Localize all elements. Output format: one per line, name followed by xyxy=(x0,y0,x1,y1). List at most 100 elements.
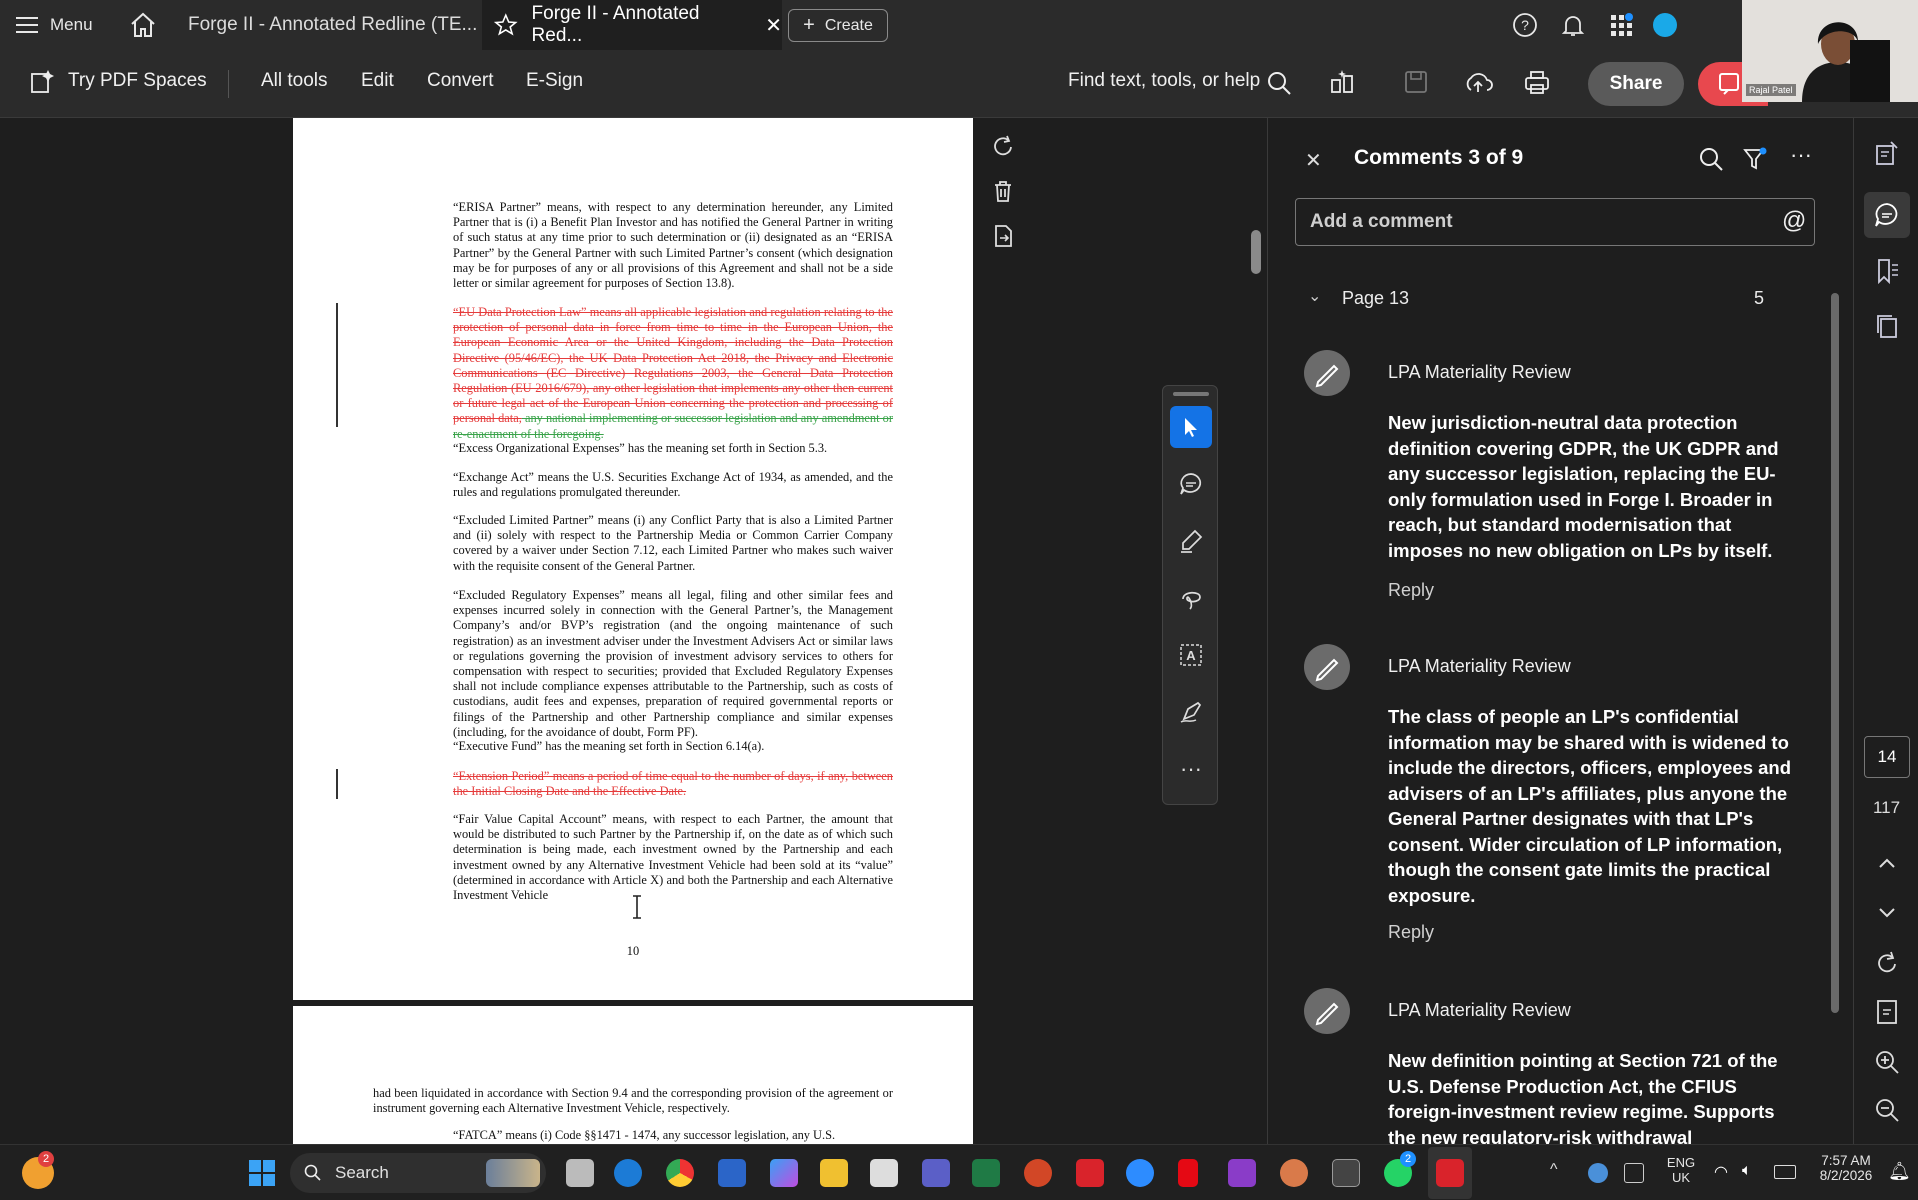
print-icon[interactable] xyxy=(1523,68,1551,96)
refresh-icon[interactable] xyxy=(1873,950,1901,978)
chevron-down-icon[interactable] xyxy=(1873,898,1901,926)
comments-scrollbar[interactable] xyxy=(1831,293,1839,1013)
pen-menu-icon[interactable] xyxy=(1624,1163,1644,1183)
excel-icon[interactable] xyxy=(972,1159,1000,1187)
convert-button[interactable]: Convert xyxy=(427,70,494,92)
esign-button[interactable]: E-Sign xyxy=(526,70,583,92)
comments-panel-icon[interactable] xyxy=(1873,201,1901,229)
taskbar-search[interactable]: Search xyxy=(290,1153,546,1193)
pen-avatar-icon xyxy=(1315,1002,1339,1026)
sign-tool-button[interactable] xyxy=(1170,691,1212,733)
more-tools-icon[interactable]: ··· xyxy=(1170,748,1212,790)
zoom-icon[interactable] xyxy=(1126,1159,1154,1187)
tab-redline-1[interactable]: Forge II - Annotated Redline (TE... xyxy=(172,0,482,50)
battery-icon[interactable] xyxy=(1774,1165,1796,1179)
page-display-icon[interactable] xyxy=(1873,998,1901,1026)
filter-icon[interactable] xyxy=(1742,146,1768,172)
palette-drag-handle[interactable] xyxy=(1173,392,1209,396)
search-highlight-image xyxy=(486,1159,540,1187)
para-eu-data-protection-deleted[interactable]: “EU Data Protection Law” means all appli… xyxy=(373,305,893,442)
para-fair-value-capital-account: “Fair Value Capital Account” means, with… xyxy=(453,812,893,903)
chrome-icon[interactable] xyxy=(666,1159,694,1187)
share-button[interactable]: Share xyxy=(1588,62,1684,106)
chevron-up-icon[interactable] xyxy=(1873,850,1901,878)
pen-avatar-icon xyxy=(1315,658,1339,682)
home-icon[interactable] xyxy=(128,10,158,40)
reply-button[interactable]: Reply xyxy=(1388,922,1434,943)
current-page-input[interactable]: 14 xyxy=(1864,736,1910,778)
extract-page-icon[interactable] xyxy=(990,223,1016,249)
document-scrollbar[interactable] xyxy=(1251,230,1261,274)
edge-icon[interactable] xyxy=(614,1159,642,1187)
comment-card[interactable]: LPA Materiality Review New definition po… xyxy=(1304,988,1794,1144)
ai-assistant-icon[interactable] xyxy=(1328,68,1356,96)
cursor-arrow-icon xyxy=(1185,418,1197,437)
volume-icon[interactable]: 🔈︎ xyxy=(1742,1162,1752,1180)
close-tab-icon[interactable]: ✕ xyxy=(765,13,782,38)
cloud-sync-icon[interactable] xyxy=(1588,1163,1608,1183)
edit-pdf-icon[interactable] xyxy=(1873,140,1901,168)
word-icon[interactable] xyxy=(718,1159,746,1187)
highlight-tool-button[interactable] xyxy=(1170,520,1212,562)
bell-icon[interactable] xyxy=(1560,12,1586,38)
comment-card[interactable]: LPA Materiality Review The class of peop… xyxy=(1304,644,1794,944)
all-tools-button[interactable]: All tools xyxy=(261,70,328,92)
chevron-up-icon[interactable]: ^ xyxy=(1550,1161,1558,1179)
tab-redline-2[interactable]: Forge II - Annotated Red... ✕ xyxy=(482,0,782,50)
acrobat-active-icon[interactable] xyxy=(1436,1159,1464,1187)
save-icon[interactable] xyxy=(1403,69,1429,95)
help-icon[interactable]: ? xyxy=(1512,12,1538,38)
chevron-down-icon[interactable]: ⌄ xyxy=(1308,286,1321,306)
teams-icon[interactable] xyxy=(922,1159,950,1187)
draw-tool-button[interactable] xyxy=(1170,577,1212,619)
copilot-icon[interactable] xyxy=(770,1159,798,1187)
netflix-icon[interactable] xyxy=(1178,1159,1198,1187)
page-group-count: 5 xyxy=(1754,288,1765,308)
close-panel-icon[interactable]: ✕ xyxy=(1305,148,1322,173)
claude-icon[interactable] xyxy=(1280,1159,1308,1187)
comment-card[interactable]: LPA Materiality Review New jurisdiction-… xyxy=(1304,350,1794,630)
apps-grid-icon[interactable] xyxy=(1608,12,1634,38)
para-extension-period-deleted[interactable]: “Extension Period” means a period of tim… xyxy=(373,769,893,799)
add-comment-field[interactable]: @ xyxy=(1295,198,1815,246)
terminal-icon[interactable] xyxy=(1332,1159,1360,1187)
zoom-out-icon[interactable] xyxy=(1873,1096,1901,1124)
rotate-page-icon[interactable] xyxy=(990,134,1016,160)
search-icon[interactable] xyxy=(1266,70,1292,96)
para-liquidated: had been liquidated in accordance with S… xyxy=(373,1086,893,1116)
bookmarks-icon[interactable] xyxy=(1873,257,1901,285)
edit-button[interactable]: Edit xyxy=(361,70,394,92)
share-label: Share xyxy=(1609,73,1663,94)
clock[interactable]: 7:57 AM 8/2/2026 xyxy=(1810,1153,1882,1183)
powerpoint-icon[interactable] xyxy=(1024,1159,1052,1187)
profile-avatar-icon[interactable] xyxy=(1652,12,1678,38)
more-options-icon[interactable]: ··· xyxy=(1790,142,1812,168)
file-explorer-icon[interactable] xyxy=(820,1159,848,1187)
wifi-icon[interactable]: ◠ xyxy=(1714,1162,1728,1182)
acrobat-icon[interactable] xyxy=(1076,1159,1104,1187)
find-button[interactable]: Find text, tools, or help xyxy=(1068,70,1260,92)
delete-page-icon[interactable] xyxy=(990,178,1016,204)
upload-cloud-icon[interactable] xyxy=(1463,68,1493,96)
windows-start-icon[interactable] xyxy=(248,1159,276,1187)
language-indicator[interactable]: ENG UK xyxy=(1664,1155,1698,1185)
menu-button[interactable]: Menu xyxy=(16,10,93,40)
try-pdf-spaces-button[interactable]: Try PDF Spaces xyxy=(68,70,207,92)
select-tool-button[interactable] xyxy=(1170,406,1212,448)
task-view-icon[interactable] xyxy=(566,1159,594,1187)
reply-button[interactable]: Reply xyxy=(1388,580,1434,601)
star-icon[interactable] xyxy=(494,13,518,37)
pages-thumbnails-icon[interactable] xyxy=(1873,312,1901,340)
text-box-tool-button[interactable]: A xyxy=(1170,634,1212,676)
zoom-in-icon[interactable] xyxy=(1873,1048,1901,1076)
mention-icon[interactable]: @ xyxy=(1782,207,1806,235)
add-comment-input[interactable] xyxy=(1310,209,1760,235)
notifications-icon[interactable]: 🔔︎ xyxy=(1888,1161,1911,1182)
add-comment-tool-button[interactable] xyxy=(1170,463,1212,505)
onenote-icon[interactable] xyxy=(1228,1159,1256,1187)
para-executive-fund: “Executive Fund” has the meaning set for… xyxy=(453,739,765,753)
search-comments-icon[interactable] xyxy=(1698,146,1724,172)
create-button[interactable]: + Create xyxy=(788,9,888,42)
snipping-tool-icon[interactable] xyxy=(870,1159,898,1187)
page-group-label: Page 13 xyxy=(1342,288,1410,308)
